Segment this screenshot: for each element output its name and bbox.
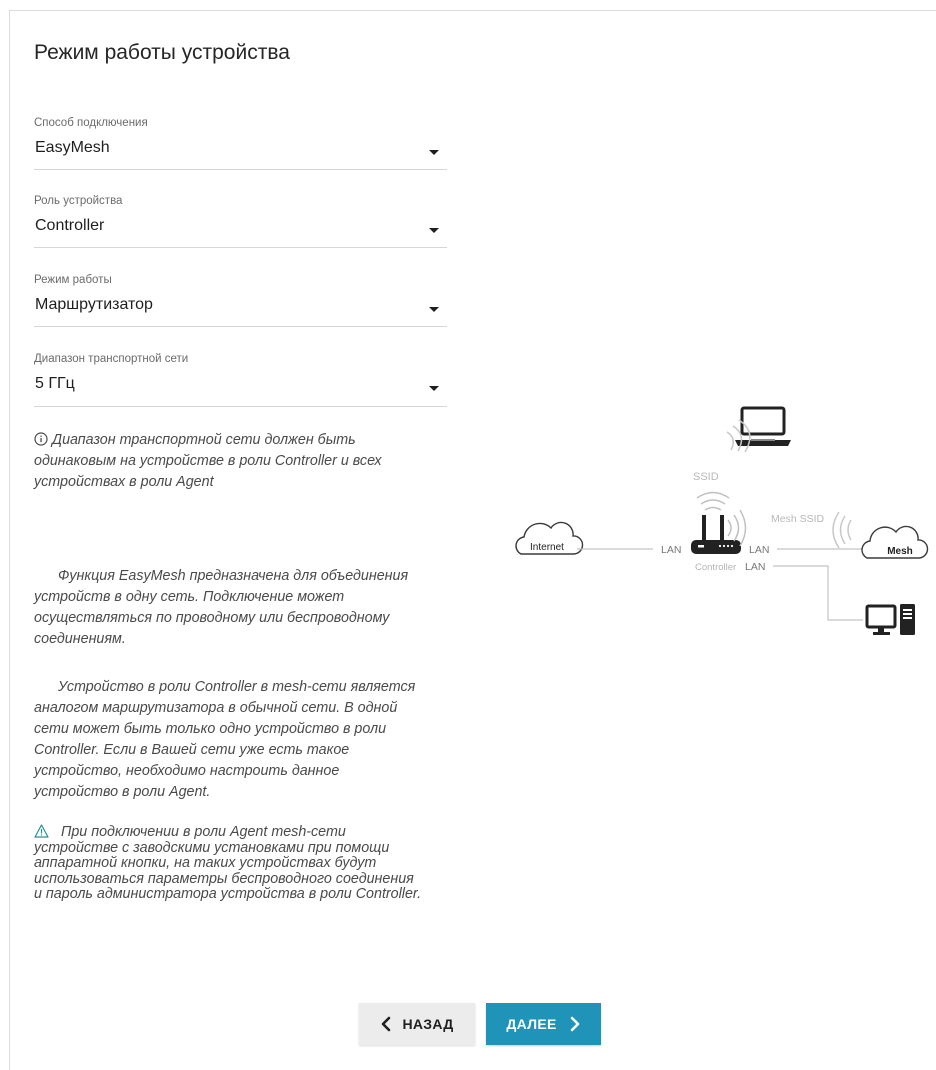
- wifi-icon: [696, 491, 730, 511]
- ssid-label: SSID: [693, 471, 719, 483]
- connection-method-value: EasyMesh: [35, 139, 110, 156]
- back-button-label: НАЗАД: [402, 1016, 454, 1032]
- device-role-value: Controller: [35, 217, 105, 234]
- description-line: сети может быть только одно устройство в…: [34, 721, 387, 737]
- connection-method-select[interactable]: Способ подключения EasyMesh: [34, 117, 447, 170]
- desktop-icon: [865, 604, 915, 635]
- band-note-line: Диапазон транспортной сети должен быть: [34, 430, 454, 451]
- laptop-icon: [735, 406, 791, 446]
- router-icon: [691, 515, 741, 554]
- description-line: устройство, необходимо настроить данное: [34, 763, 340, 779]
- page-title: Режим работы устройства: [34, 41, 290, 64]
- chevron-right-icon: [570, 1016, 579, 1032]
- description-line: аналогом маршрутизатора в обычной сети. …: [34, 700, 398, 716]
- next-button[interactable]: ДАЛЕЕ: [486, 1003, 601, 1045]
- description-line: Устройство в роли Controller в mesh-сети…: [58, 679, 416, 695]
- chevron-down-icon: [429, 307, 439, 312]
- mesh-ssid-label: Mesh SSID: [771, 513, 825, 525]
- backhaul-band-value: 5 ГГц: [35, 375, 75, 392]
- chevron-down-icon: [429, 150, 439, 155]
- info-icon: [34, 432, 48, 446]
- warning-icon: [34, 824, 49, 838]
- next-button-label: ДАЛЕЕ: [506, 1016, 557, 1032]
- device-role-select[interactable]: Роль устройства Controller: [34, 195, 447, 248]
- device-role-label: Роль устройства: [34, 195, 123, 207]
- description-line: осуществляться по проводному или беспров…: [34, 610, 390, 626]
- chevron-down-icon: [429, 228, 439, 233]
- warning-line: использоваться параметры беспроводного с…: [34, 870, 414, 887]
- controller-description: Устройство в роли Controller в mesh-сети…: [34, 677, 474, 803]
- controller-label: Controller: [695, 562, 736, 573]
- backhaul-band-select[interactable]: Диапазон транспортной сети 5 ГГц: [34, 353, 447, 407]
- wifi-icon: [726, 419, 751, 453]
- chevron-left-icon: [382, 1016, 391, 1032]
- band-note-line: устройствах в роли Agent: [34, 474, 214, 490]
- backhaul-band-label: Диапазон транспортной сети: [34, 353, 189, 365]
- description-line: соединениям.: [34, 631, 126, 647]
- warning-line: аппаратной кнопки, на таких устройствах …: [34, 855, 377, 871]
- operation-mode-label: Режим работы: [34, 274, 112, 286]
- warning-note: При подключении в роли Agent mesh-сети у…: [34, 824, 474, 903]
- description-line: Controller. Если в Вашей сети уже есть т…: [34, 742, 350, 758]
- easymesh-description: Функция EasyMesh предназначена для объед…: [34, 566, 474, 650]
- lan-right-label-2: LAN: [745, 561, 765, 573]
- chevron-down-icon: [429, 386, 439, 391]
- back-button[interactable]: НАЗАД: [359, 1003, 475, 1045]
- description-line: Функция EasyMesh предназначена для объед…: [58, 568, 409, 584]
- internet-label: Internet: [530, 542, 564, 553]
- lan-right-label-1: LAN: [749, 544, 769, 556]
- lan-left-label: LAN: [661, 544, 681, 556]
- description-line: устройство в роли Agent.: [34, 784, 211, 800]
- band-note-line: одинаковым на устройстве в роли Controll…: [34, 453, 382, 469]
- warning-line: При подключении в роли Agent mesh-сети: [34, 824, 474, 841]
- mesh-label: Mesh: [887, 546, 913, 557]
- operation-mode-select[interactable]: Режим работы Маршрутизатор: [34, 274, 447, 327]
- wifi-icon: [832, 511, 852, 549]
- connection-method-label: Способ подключения: [34, 117, 148, 129]
- network-diagram: SSID Internet LAN Controller LAN LAN Mes…: [515, 406, 929, 635]
- description-line: устройств в одну сеть. Подключение может: [34, 589, 345, 605]
- warning-line: и пароль администратора устройства в рол…: [34, 886, 422, 902]
- operation-mode-value: Маршрутизатор: [35, 296, 153, 313]
- warning-line: устройстве с заводскими установками при …: [34, 839, 390, 856]
- band-note: Диапазон транспортной сети должен быть о…: [34, 430, 454, 493]
